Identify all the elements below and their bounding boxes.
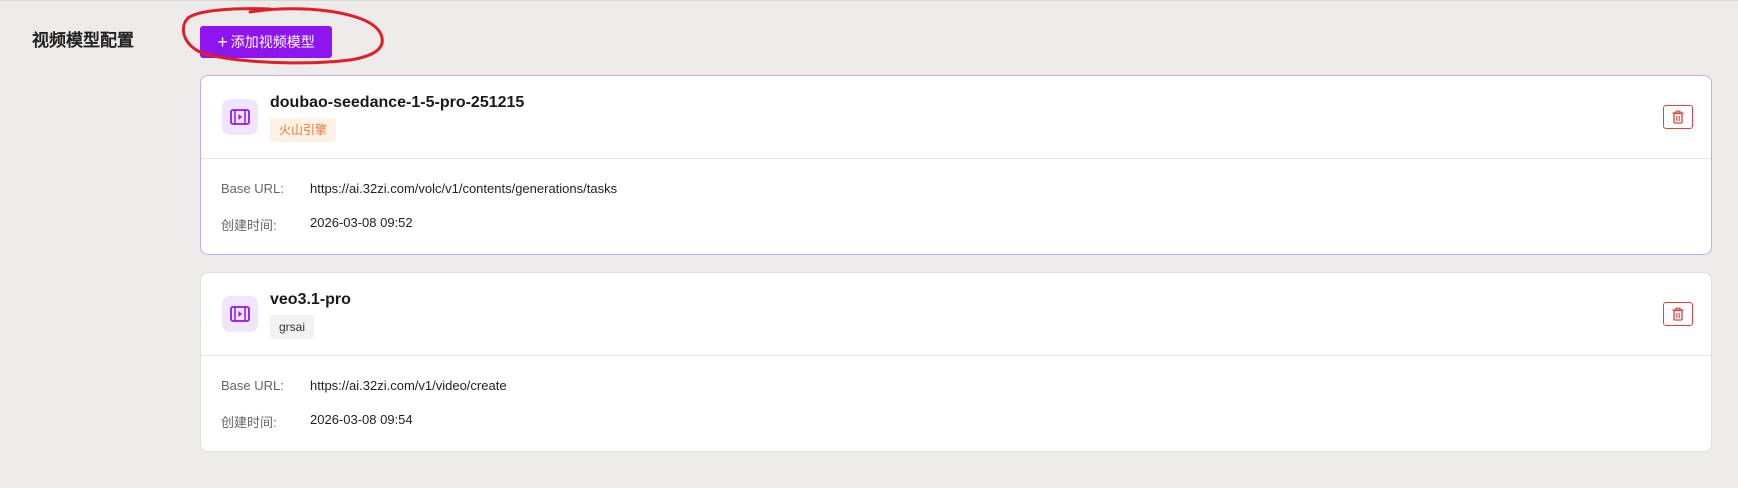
delete-model-button[interactable] (1663, 105, 1693, 129)
created-time-row: 创建时间: 2026-03-08 09:54 (221, 412, 413, 431)
add-video-model-button[interactable]: + 添加视频模型 (200, 26, 332, 58)
top-divider (0, 0, 1738, 1)
plus-icon: + (217, 32, 228, 52)
created-time-value: 2026-03-08 09:52 (310, 215, 413, 230)
base-url-value: https://ai.32zi.com/v1/video/create (310, 378, 507, 393)
model-card-header: veo3.1-pro grsai (201, 273, 1711, 356)
add-button-label: 添加视频模型 (230, 34, 315, 50)
base-url-row: Base URL: https://ai.32zi.com/volc/v1/co… (221, 181, 617, 196)
delete-model-button[interactable] (1663, 302, 1693, 326)
created-time-label: 创建时间: (221, 415, 277, 430)
provider-tag: 火山引擎 (270, 118, 337, 142)
base-url-label: Base URL: (221, 378, 284, 393)
video-icon (222, 99, 258, 135)
model-card[interactable]: veo3.1-pro grsai Base URL: https://ai.32… (200, 272, 1712, 452)
video-icon (222, 296, 258, 332)
trash-icon (1672, 307, 1684, 321)
base-url-value: https://ai.32zi.com/volc/v1/contents/gen… (310, 181, 618, 196)
trash-icon (1672, 110, 1684, 124)
model-card-body: Base URL: https://ai.32zi.com/volc/v1/co… (201, 159, 1711, 253)
model-name: veo3.1-pro (270, 291, 351, 308)
model-card-header: doubao-seedance-1-5-pro-251215 火山引擎 (201, 76, 1711, 159)
base-url-label: Base URL: (221, 181, 284, 196)
created-time-row: 创建时间: 2026-03-08 09:52 (221, 215, 413, 234)
created-time-label: 创建时间: (221, 218, 277, 233)
base-url-row: Base URL: https://ai.32zi.com/v1/video/c… (221, 378, 507, 393)
provider-tag: grsai (270, 315, 315, 339)
section-title: 视频模型配置 (32, 31, 134, 50)
created-time-value: 2026-03-08 09:54 (310, 412, 413, 427)
model-name: doubao-seedance-1-5-pro-251215 (270, 94, 525, 111)
model-card[interactable]: doubao-seedance-1-5-pro-251215 火山引擎 Base… (200, 75, 1712, 255)
model-card-body: Base URL: https://ai.32zi.com/v1/video/c… (201, 356, 1711, 450)
